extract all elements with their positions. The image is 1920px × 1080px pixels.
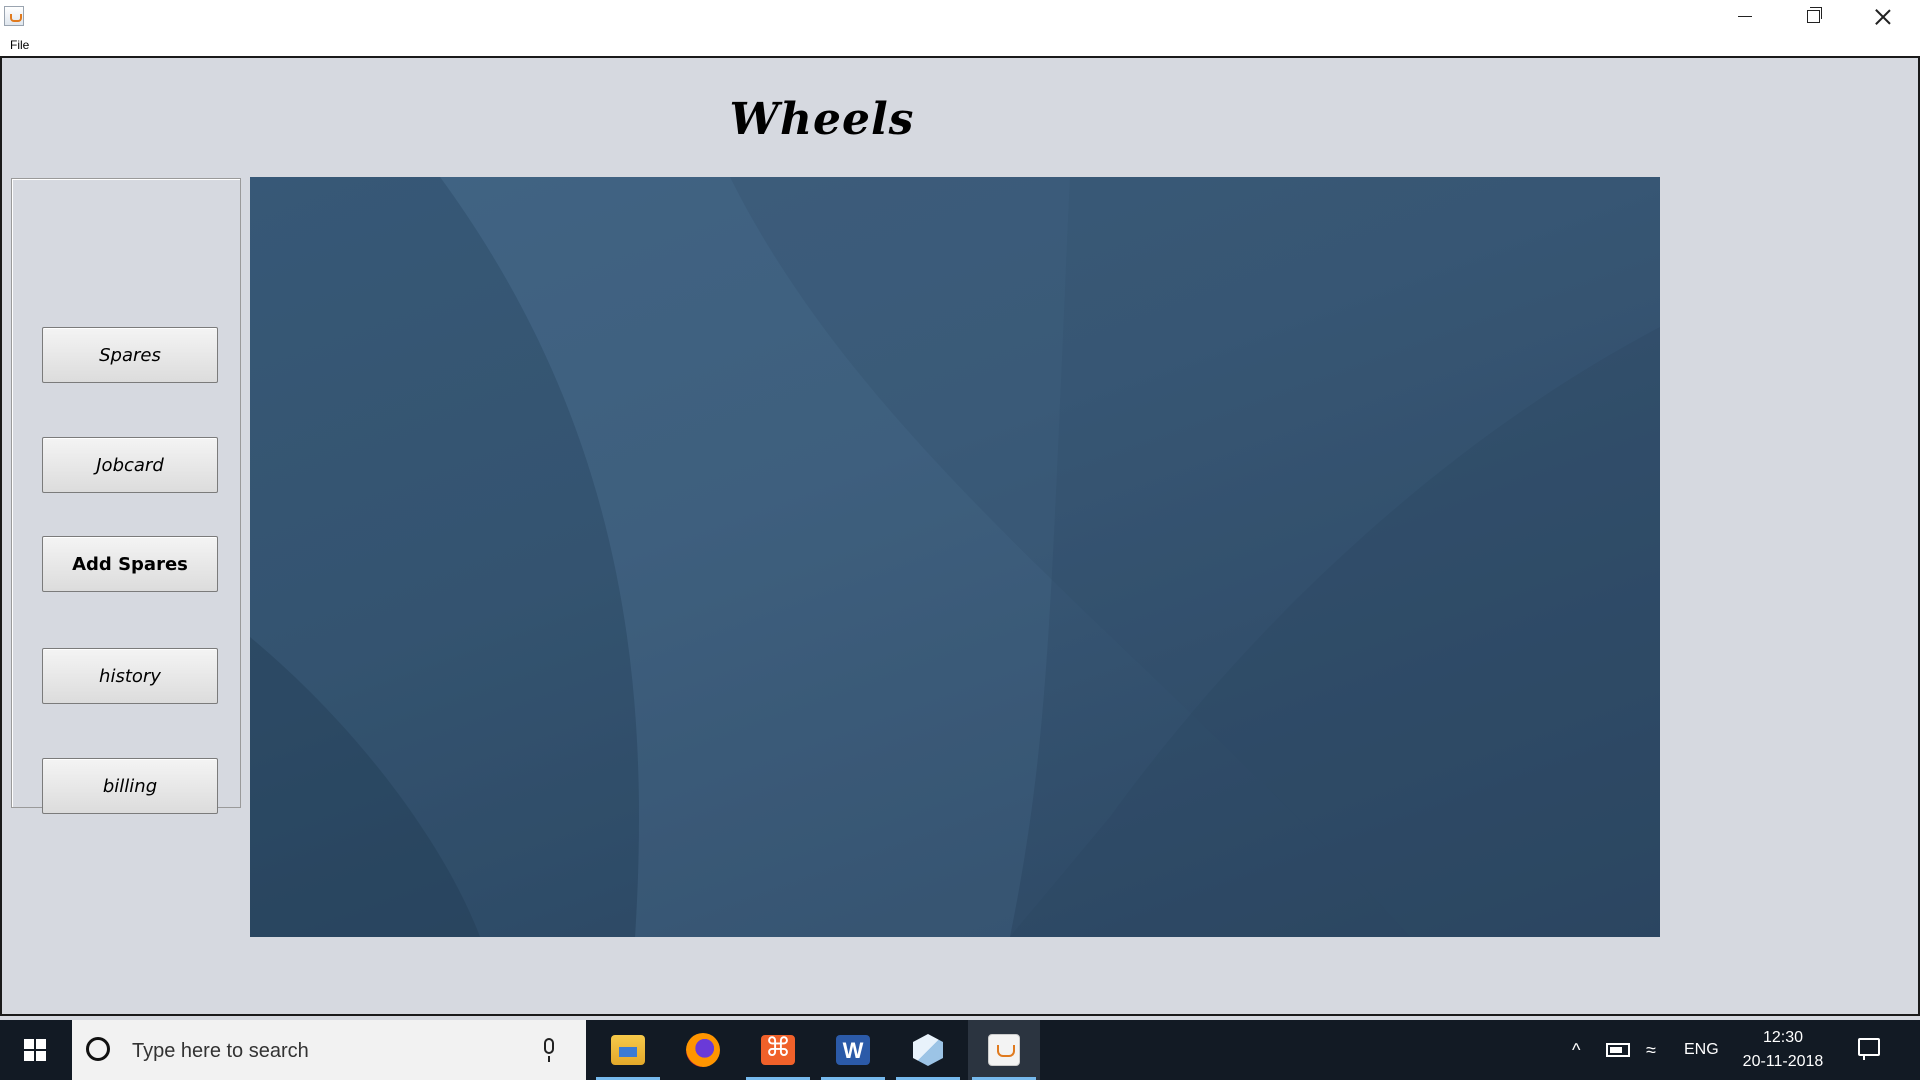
app-title: Wheels xyxy=(729,94,915,145)
file-explorer-icon xyxy=(611,1035,645,1065)
firefox-taskbar-button[interactable] xyxy=(667,1020,739,1080)
spares-button[interactable]: Spares xyxy=(42,327,218,383)
menu-file[interactable]: File xyxy=(10,38,29,52)
add-spares-button[interactable]: Add Spares xyxy=(42,536,218,592)
language-indicator[interactable]: ENG xyxy=(1684,1020,1719,1080)
xampp-taskbar-button[interactable] xyxy=(742,1020,814,1080)
firefox-icon xyxy=(686,1033,720,1067)
minimize-button[interactable] xyxy=(1710,0,1780,33)
cube-app-icon xyxy=(913,1034,943,1066)
wallpaper-graphic xyxy=(250,177,1660,937)
close-button[interactable] xyxy=(1848,0,1918,33)
battery-icon[interactable] xyxy=(1606,1020,1630,1080)
restore-icon xyxy=(1806,7,1822,23)
taskbar: Type here to search ^ ≈ ENG 12:30 20-11-… xyxy=(0,1020,1920,1080)
java-taskbar-button[interactable] xyxy=(968,1020,1040,1080)
taskbar-clock[interactable]: 12:30 20-11-2018 xyxy=(1728,1026,1838,1074)
java-icon xyxy=(988,1034,1020,1066)
taskbar-search-box[interactable]: Type here to search xyxy=(72,1020,586,1080)
cube-app-taskbar-button[interactable] xyxy=(892,1020,964,1080)
menu-bar: File xyxy=(0,33,1920,57)
microphone-icon[interactable] xyxy=(544,1038,554,1062)
show-hidden-icons-chevron-icon[interactable]: ^ xyxy=(1572,1020,1580,1080)
cortana-icon xyxy=(86,1037,110,1061)
action-center-icon[interactable] xyxy=(1858,1038,1880,1060)
file-explorer-taskbar-button[interactable] xyxy=(592,1020,664,1080)
nav-panel: Spares Jobcard Add Spares history billin… xyxy=(11,178,241,814)
jobcard-button[interactable]: Jobcard xyxy=(42,437,218,493)
java-app-icon xyxy=(4,6,24,26)
windows-logo-icon xyxy=(24,1039,46,1061)
billing-button[interactable]: billing xyxy=(42,758,218,814)
history-button[interactable]: history xyxy=(42,648,218,704)
wifi-icon[interactable]: ≈ xyxy=(1646,1020,1656,1080)
window-title-bar xyxy=(0,0,1920,33)
xampp-icon xyxy=(761,1033,795,1065)
word-icon xyxy=(836,1035,870,1065)
main-frame: Wheels Spares Jobcard Add Spares history… xyxy=(0,56,1920,1016)
close-icon xyxy=(1875,9,1891,25)
start-button[interactable] xyxy=(0,1020,70,1080)
word-taskbar-button[interactable] xyxy=(817,1020,889,1080)
background-image xyxy=(250,177,1660,937)
clock-date: 20-11-2018 xyxy=(1742,1053,1824,1070)
search-placeholder: Type here to search xyxy=(132,1040,309,1062)
clock-time: 12:30 xyxy=(1762,1029,1804,1046)
restore-button[interactable] xyxy=(1778,0,1848,33)
minimize-icon xyxy=(1738,16,1752,17)
